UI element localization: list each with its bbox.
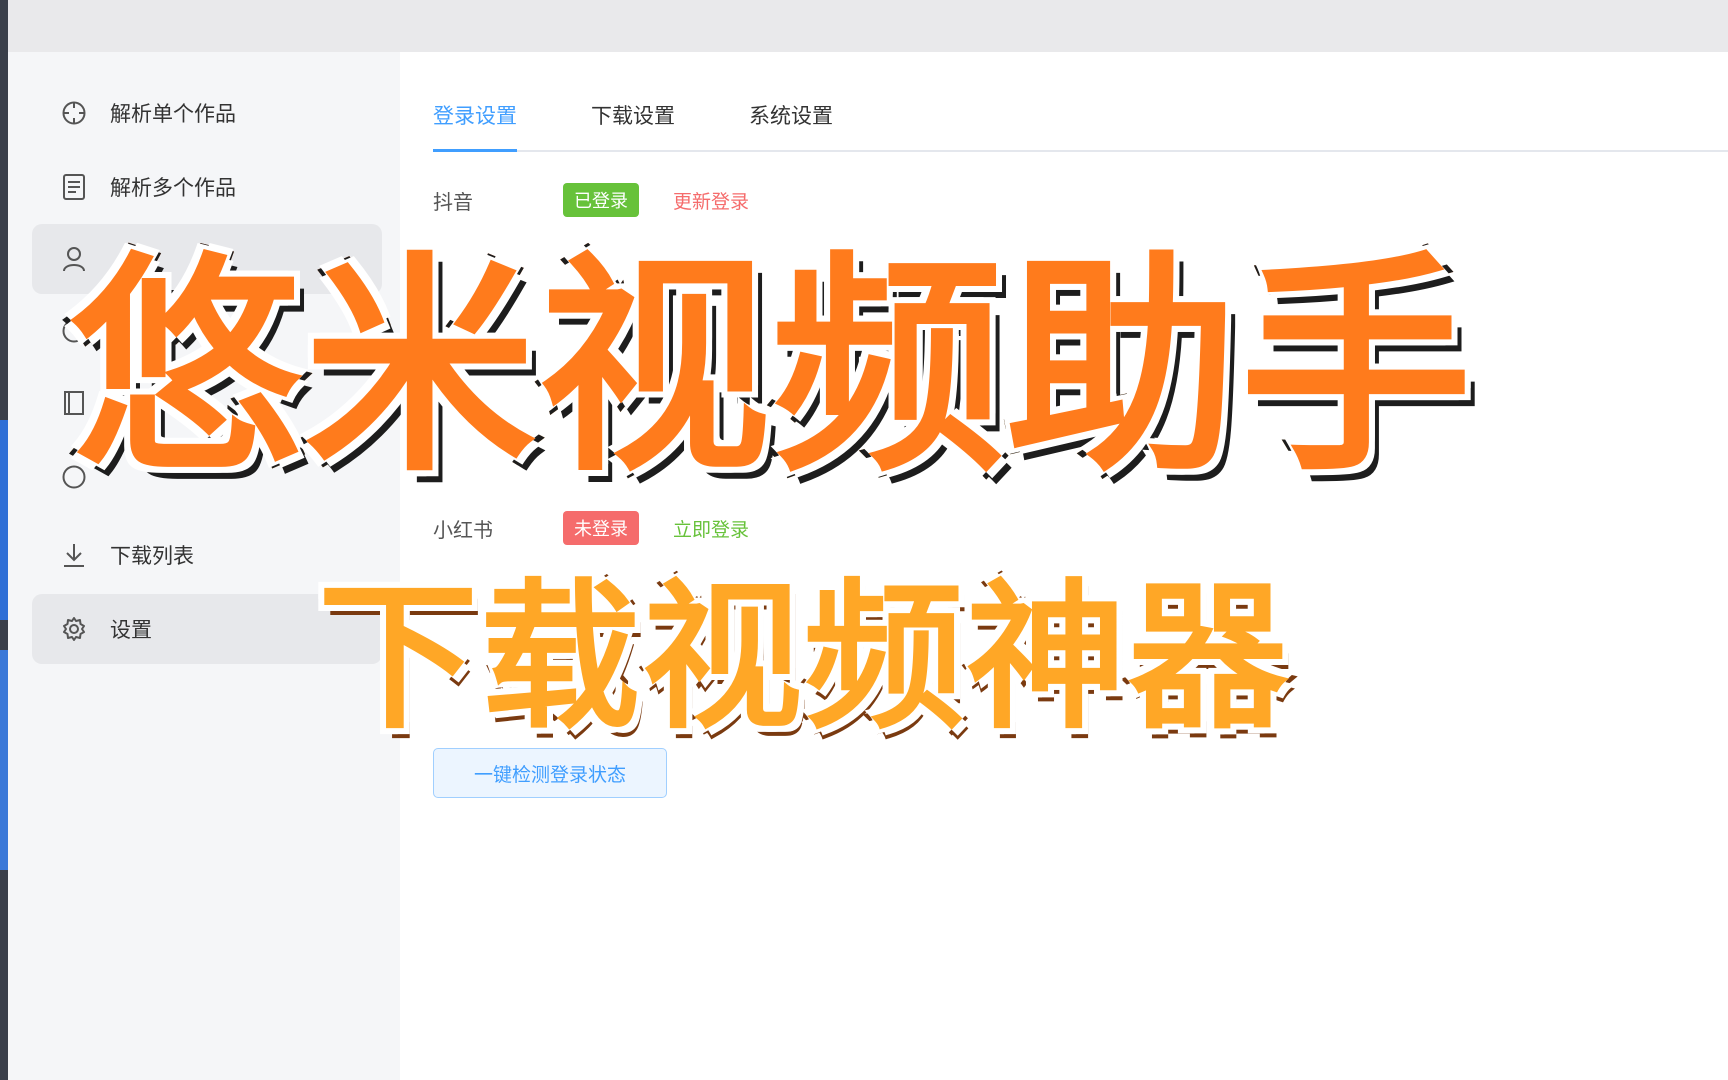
platform-name: 小红书: [433, 517, 493, 542]
account-row-xiaohongshu: 小红书 未登录 立即登录: [433, 508, 749, 548]
account-row-douyin: 抖音 已登录 更新登录: [433, 180, 749, 220]
crosshair-icon: [60, 99, 88, 127]
settings-tabs: 登录设置 下载设置 系统设置: [433, 100, 1728, 152]
tab-download-settings[interactable]: 下载设置: [591, 100, 675, 148]
status-badge: 未登录: [563, 511, 639, 545]
document-icon: [60, 173, 88, 201]
tab-login-settings[interactable]: 登录设置: [433, 100, 517, 152]
platform-name: 抖音: [433, 189, 473, 214]
sidebar-item-label: 解析单个作品: [110, 102, 236, 126]
sidebar-item-label: 设置: [110, 618, 152, 642]
window-title-bar: [0, 0, 1728, 53]
download-icon: [60, 541, 88, 569]
sidebar-item-parse-single[interactable]: 解析单个作品: [32, 78, 382, 148]
sidebar-item-label: 解析多个作品: [110, 176, 236, 200]
background-window-edge: [0, 0, 8, 1080]
status-badge: 已登录: [563, 183, 639, 217]
sidebar-item-label: 下载列表: [110, 544, 194, 568]
overlay-subtitle: 下载视频神器: [314, 564, 1292, 752]
gear-icon: [60, 615, 88, 643]
sidebar-item-parse-multiple[interactable]: 解析多个作品: [32, 152, 382, 222]
update-login-link[interactable]: 更新登录: [673, 187, 749, 214]
login-now-link[interactable]: 立即登录: [673, 515, 749, 542]
check-login-status-button[interactable]: 一键检测登录状态: [433, 748, 667, 798]
overlay-title: 悠米视频助手: [65, 228, 1630, 508]
tab-system-settings[interactable]: 系统设置: [749, 100, 833, 148]
